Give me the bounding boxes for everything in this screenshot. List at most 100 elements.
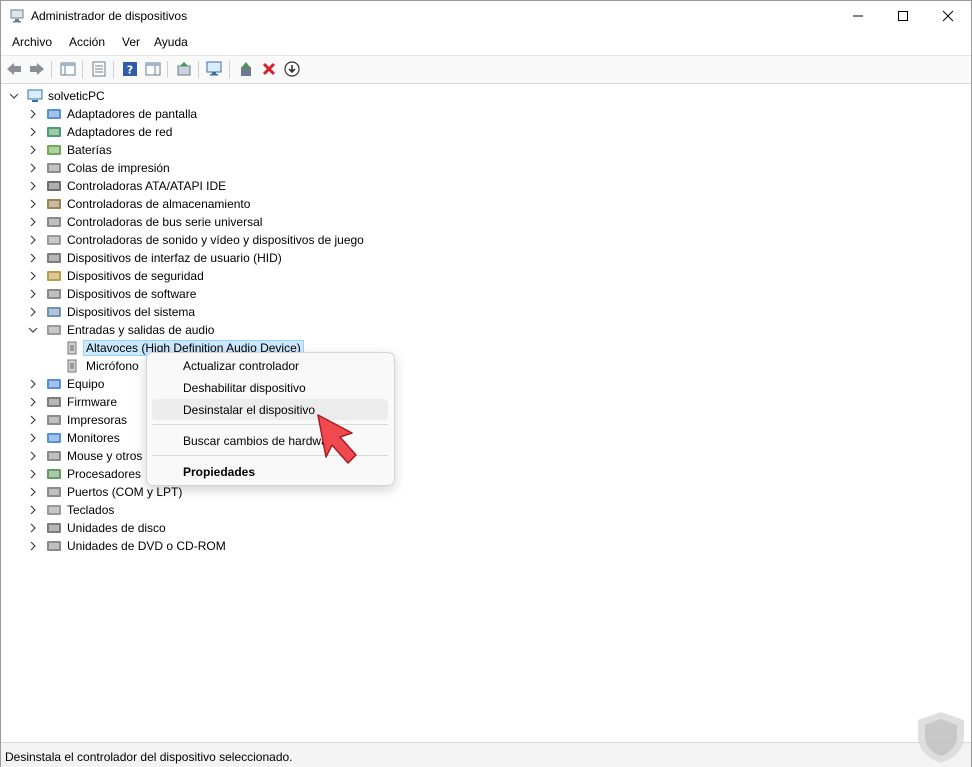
action-pane-button[interactable]	[144, 60, 162, 78]
expand-chevron-icon[interactable]	[28, 127, 38, 137]
expand-chevron-icon[interactable]	[28, 181, 38, 191]
tree-category[interactable]: Baterías	[28, 141, 112, 159]
maximize-button[interactable]	[880, 1, 926, 31]
tree-category[interactable]: Adaptadores de pantalla	[28, 105, 197, 123]
tree-category[interactable]: Adaptadores de red	[28, 123, 172, 141]
expand-chevron-icon[interactable]	[28, 199, 38, 209]
context-update-driver[interactable]: Actualizar controlador	[152, 355, 388, 376]
tree-device-label: Micrófono	[86, 359, 139, 373]
scan-hardware-button[interactable]	[206, 60, 224, 78]
tree-category[interactable]: Colas de impresión	[28, 159, 170, 177]
expand-chevron-icon[interactable]	[28, 109, 38, 119]
properties-button[interactable]	[90, 60, 108, 78]
tree-category[interactable]: Dispositivos del sistema	[28, 303, 195, 321]
tree-root[interactable]: solveticPC	[9, 87, 105, 105]
expand-chevron-icon[interactable]	[28, 217, 38, 227]
tree-category[interactable]: Teclados	[28, 501, 114, 519]
device-manager-app-icon	[10, 9, 24, 23]
expand-chevron-icon[interactable]	[28, 307, 38, 317]
tree-category-label: Adaptadores de pantalla	[67, 107, 198, 121]
tree-category[interactable]: Firmware	[28, 393, 117, 411]
tree-device-microphone[interactable]: Micrófono	[65, 357, 139, 375]
collapse-chevron-icon[interactable]	[28, 325, 38, 335]
software-device-icon	[46, 286, 62, 302]
toolbar-separator	[113, 61, 114, 78]
menu-bar: Archivo Acción Ver Ayuda	[1, 32, 971, 54]
tree-category[interactable]: Impresoras	[28, 411, 127, 429]
expand-chevron-icon[interactable]	[28, 253, 38, 263]
expand-chevron-icon[interactable]	[28, 451, 38, 461]
tree-category[interactable]: Controladoras de almacenamiento	[28, 195, 250, 213]
console-tree-button[interactable]	[59, 60, 77, 78]
expand-chevron-icon[interactable]	[28, 145, 38, 155]
enable-device-icon	[241, 62, 251, 76]
minimize-button[interactable]	[835, 1, 881, 31]
update-driver-button[interactable]	[175, 60, 193, 78]
toolbar: ?	[1, 55, 971, 84]
disable-device-button[interactable]	[283, 60, 301, 78]
device-manager-window: Administrador de dispositivos Archivo Ac…	[0, 0, 972, 767]
tree-category[interactable]: Controladoras de sonido y vídeo y dispos…	[28, 231, 364, 249]
uninstall-device-button[interactable]	[260, 60, 278, 78]
tree-category[interactable]: Unidades de DVD o CD-ROM	[28, 537, 226, 555]
expand-chevron-icon[interactable]	[28, 505, 38, 515]
tree-category-label: Adaptadores de red	[67, 125, 173, 139]
usb-controller-icon	[46, 214, 62, 230]
disk-drive-icon	[46, 520, 62, 536]
tree-category-label: Colas de impresión	[67, 161, 170, 175]
tree-category[interactable]: Procesadores	[28, 465, 141, 483]
expand-chevron-icon[interactable]	[28, 163, 38, 173]
menu-accion[interactable]: Acción	[67, 35, 107, 49]
tree-category[interactable]: Unidades de disco	[28, 519, 166, 537]
maximize-icon	[898, 11, 908, 21]
expand-chevron-icon[interactable]	[28, 541, 38, 551]
back-icon	[7, 63, 21, 75]
expand-chevron-icon[interactable]	[28, 469, 38, 479]
expand-chevron-icon[interactable]	[28, 397, 38, 407]
expand-chevron-icon[interactable]	[28, 523, 38, 533]
expand-chevron-icon[interactable]	[28, 271, 38, 281]
tree-category-label: Equipo	[67, 377, 105, 391]
tree-category-label: Puertos (COM y LPT)	[67, 485, 183, 499]
tree-category[interactable]: Monitores	[28, 429, 120, 447]
audio-io-icon	[46, 322, 62, 338]
tree-category[interactable]: Equipo	[28, 375, 104, 393]
tree-category[interactable]: Controladoras ATA/ATAPI IDE	[28, 177, 226, 195]
microphone-icon	[65, 358, 81, 374]
expand-chevron-icon[interactable]	[28, 415, 38, 425]
tree-category[interactable]: Dispositivos de software	[28, 285, 196, 303]
tree-category-label: Controladoras de sonido y vídeo y dispos…	[67, 233, 364, 247]
toolbar-separator	[167, 61, 168, 78]
tree-category-label: Controladoras ATA/ATAPI IDE	[67, 179, 227, 193]
expand-chevron-icon[interactable]	[28, 487, 38, 497]
tree-category[interactable]: Dispositivos de seguridad	[28, 267, 204, 285]
action-pane-icon	[145, 62, 161, 76]
tree-category[interactable]: Mouse y otros	[28, 447, 142, 465]
tree-category[interactable]: Entradas y salidas de audio	[28, 321, 214, 339]
expand-chevron-icon[interactable]	[28, 289, 38, 299]
tree-root-label: solveticPC	[48, 89, 105, 103]
expand-chevron-icon[interactable]	[28, 235, 38, 245]
security-device-icon	[46, 268, 62, 284]
close-button[interactable]	[925, 1, 971, 31]
menu-ver[interactable]: Ver	[120, 35, 142, 49]
tree-category-label: Controladoras de bus serie universal	[67, 215, 263, 229]
enable-device-button[interactable]	[237, 60, 255, 78]
help-button[interactable]: ?	[121, 60, 139, 78]
expand-chevron-icon[interactable]	[28, 433, 38, 443]
computer-root-icon	[27, 88, 43, 104]
help-icon: ?	[123, 62, 137, 77]
monitor-icon	[46, 430, 62, 446]
expand-chevron-icon[interactable]	[28, 379, 38, 389]
menu-ayuda[interactable]: Ayuda	[152, 35, 190, 49]
collapse-chevron-icon[interactable]	[9, 91, 19, 101]
context-disable-device[interactable]: Deshabilitar dispositivo	[152, 377, 388, 398]
tree-category[interactable]: Dispositivos de interfaz de usuario (HID…	[28, 249, 282, 267]
update-driver-icon	[177, 62, 191, 76]
forward-button[interactable]	[28, 60, 46, 78]
menu-archivo[interactable]: Archivo	[10, 35, 54, 49]
tree-category[interactable]: Controladoras de bus serie universal	[28, 213, 262, 231]
back-button[interactable]	[5, 60, 23, 78]
properties-sheet-icon	[92, 61, 106, 77]
hid-icon	[46, 250, 62, 266]
